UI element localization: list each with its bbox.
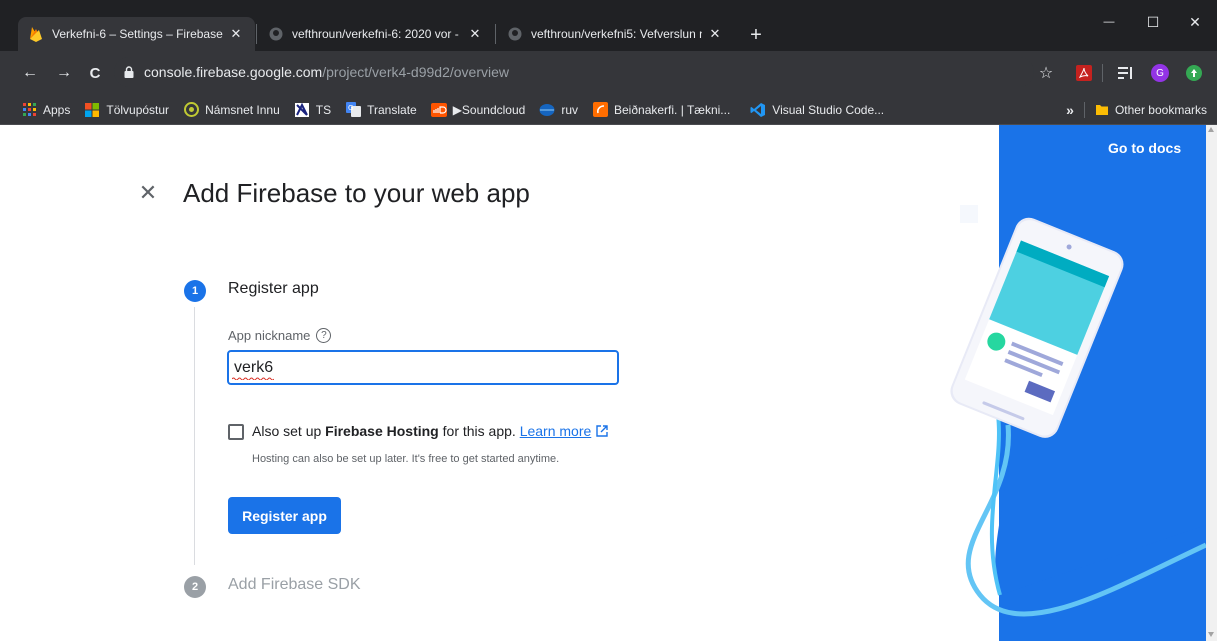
apps-grid-icon <box>21 102 37 118</box>
address-bar[interactable]: console.firebase.google.com/project/verk… <box>114 57 1034 87</box>
bookmark-label: Tölvupóstur <box>106 102 170 117</box>
lock-icon <box>122 65 136 79</box>
bookmark-apps[interactable]: Apps <box>14 96 77 124</box>
maximize-button[interactable]: ☐ <box>1131 8 1175 36</box>
close-tab-icon[interactable]: ✕ <box>227 25 245 43</box>
back-button[interactable]: ← <box>16 59 44 87</box>
hosting-bold: Firebase Hosting <box>325 423 439 439</box>
toolbar-separator <box>1102 64 1103 82</box>
soundcloud-icon <box>430 102 447 118</box>
step-1-badge: 1 <box>184 280 206 302</box>
other-bookmarks[interactable]: Other bookmarks <box>1115 103 1207 117</box>
github-icon <box>507 26 523 42</box>
tab-separator <box>256 24 257 44</box>
beidnakerfi-icon <box>592 102 608 118</box>
hosting-suffix: for this app. <box>438 423 520 439</box>
tab-title: vefthroun/verkefni5: Vefverslun n <box>531 27 702 41</box>
tab-title: Verkefni-6 – Settings – Firebase c <box>52 27 223 41</box>
tab-github-verkefni-6[interactable]: vefthroun/verkefni-6: 2020 vor - ✕ <box>258 17 494 51</box>
bookmark-label: TS <box>315 102 332 117</box>
window-close-button[interactable]: ✕ <box>1173 8 1217 36</box>
bookmark-soundcloud[interactable]: ▶Soundcloud <box>424 96 533 124</box>
bookmarks-overflow-button[interactable]: » <box>1056 102 1084 118</box>
bookmark-label: ▶Soundcloud <box>452 102 526 117</box>
tab-separator <box>495 24 496 44</box>
profile-avatar[interactable]: G <box>1150 60 1170 86</box>
page-title: Add Firebase to your web app <box>183 178 530 208</box>
inna-icon <box>183 102 199 118</box>
phone-illustration <box>950 125 1206 641</box>
bookmark-tolvupostur[interactable]: Tölvupóstur <box>77 96 176 124</box>
bookmarks-right: » Other bookmarks <box>1056 95 1207 125</box>
svg-text:G: G <box>348 104 353 112</box>
page-scrollbar[interactable] <box>1206 125 1217 641</box>
new-tab-button[interactable]: + <box>745 24 767 46</box>
step-2-label: Add Firebase SDK <box>228 576 361 593</box>
bookmark-beidnakerfi[interactable]: Beiðnakerfi. | Tækni... <box>585 96 737 124</box>
firebase-icon <box>28 26 44 42</box>
translate-icon: G <box>345 102 361 118</box>
scroll-up-arrow-icon[interactable] <box>1208 127 1214 132</box>
vscode-icon <box>750 102 766 118</box>
bookmark-ts[interactable]: TS <box>287 96 338 124</box>
register-app-button[interactable]: Register app <box>228 497 341 534</box>
bookmark-label: Námsnet Innu <box>205 102 280 117</box>
bookmark-label: Visual Studio Code... <box>772 102 885 117</box>
pdf-extension-icon[interactable] <box>1074 60 1094 86</box>
firebase-hosting-checkbox[interactable] <box>228 424 244 440</box>
close-tab-icon[interactable]: ✕ <box>466 25 484 43</box>
tab-github-verkefni5[interactable]: vefthroun/verkefni5: Vefverslun n ✕ <box>497 17 734 51</box>
app-nickname-label-text: App nickname <box>228 328 311 343</box>
step-2-badge: 2 <box>184 576 206 598</box>
ruv-icon <box>539 102 555 118</box>
scroll-down-arrow-icon[interactable] <box>1208 632 1214 637</box>
firebase-hosting-text: Also set up Firebase Hosting for this ap… <box>252 423 608 439</box>
browser-toolbar: ← → C console.firebase.google.com/projec… <box>0 51 1217 95</box>
bookmark-translate[interactable]: G Translate <box>338 96 424 124</box>
url-path: /project/verk4-d99d2/overview <box>322 64 509 80</box>
hosting-prefix: Also set up <box>252 423 326 439</box>
step-connector-line <box>194 307 195 565</box>
bookmark-vscode[interactable]: Visual Studio Code... <box>743 96 891 124</box>
reload-button[interactable]: C <box>81 59 109 87</box>
bookmark-star-icon[interactable]: ☆ <box>1036 60 1056 86</box>
external-link-icon[interactable] <box>596 425 608 437</box>
tab-title: vefthroun/verkefni-6: 2020 vor - <box>292 27 459 41</box>
reading-list-icon[interactable] <box>1116 60 1136 86</box>
bookmark-namsnet-innu[interactable]: Námsnet Innu <box>176 96 287 124</box>
firebase-page: ✕ Add Firebase to your web app 1 Registe… <box>0 125 1206 641</box>
close-icon[interactable]: ✕ <box>138 180 158 205</box>
tab-firebase-settings[interactable]: Verkefni-6 – Settings – Firebase c ✕ <box>18 17 255 51</box>
bookmark-label: Translate <box>367 102 417 117</box>
spellcheck-underline <box>232 377 274 380</box>
app-nickname-label: App nickname ? <box>228 328 332 343</box>
learn-more-link[interactable]: Learn more <box>520 423 592 439</box>
bookmark-label: ruv <box>561 102 578 117</box>
close-tab-icon[interactable]: ✕ <box>706 25 724 43</box>
app-nickname-input[interactable] <box>227 350 619 385</box>
step-1-label: Register app <box>228 280 319 297</box>
url-host: console.firebase.google.com <box>144 64 323 80</box>
help-icon[interactable]: ? <box>316 328 332 343</box>
tab-strip: Verkefni-6 – Settings – Firebase c ✕ vef… <box>0 0 1217 52</box>
folder-icon <box>1095 103 1109 117</box>
minimize-button[interactable]: — <box>1087 8 1131 36</box>
github-icon <box>268 26 284 42</box>
hosting-subtext: Hosting can also be set up later. It's f… <box>252 453 560 465</box>
extension-icon[interactable] <box>1184 60 1204 86</box>
office-icon <box>84 102 100 118</box>
go-to-docs-link[interactable]: Go to docs <box>1108 140 1181 156</box>
bookmarks-separator <box>1083 102 1085 118</box>
ts-icon <box>294 102 310 118</box>
profile-initial: G <box>1151 64 1169 82</box>
bookmark-label: Apps <box>43 102 71 117</box>
bookmarks-bar: Apps Tölvupóstur Námsnet Innu TS G Trans… <box>0 95 1217 125</box>
bookmark-label: Beiðnakerfi. | Tækni... <box>614 102 731 117</box>
forward-button[interactable]: → <box>50 59 78 87</box>
bookmark-ruv[interactable]: ruv <box>532 96 585 124</box>
